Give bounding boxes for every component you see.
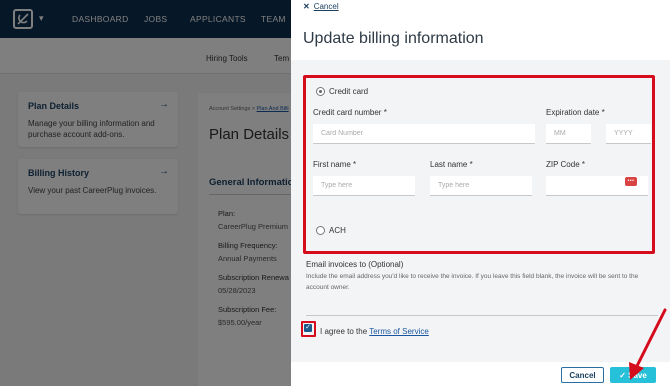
email-invoices-help: Include the email address you'd like to … [306, 273, 639, 291]
email-invoices-input[interactable] [306, 315, 658, 316]
card-number-input[interactable] [313, 124, 535, 144]
last-name-label: Last name * [430, 160, 473, 169]
billing-modal: ✕ Cancel Update billing information Credi… [291, 0, 670, 386]
modal-footer: Cancel ✓ Save [291, 362, 670, 386]
expiration-date-label: Expiration date * [546, 108, 605, 117]
terms-of-service-link[interactable]: Terms of Service [369, 327, 429, 336]
credit-card-radio[interactable] [316, 87, 325, 96]
agree-text: I agree to the [320, 327, 368, 336]
credit-card-label: Credit card [329, 87, 369, 96]
payment-highlight-box: Credit card Credit card number * Expirat… [303, 75, 655, 254]
first-name-input[interactable] [313, 176, 415, 196]
zip-code-label: ZIP Code * [546, 160, 585, 169]
email-invoices-label: Email invoices to (Optional) [306, 260, 404, 269]
modal-body: Credit card Credit card number * Expirat… [291, 60, 670, 362]
expiration-year-input[interactable] [606, 124, 651, 144]
last-name-input[interactable] [430, 176, 532, 196]
card-number-label: Credit card number * [313, 108, 387, 117]
modal-title: Update billing information [303, 30, 484, 47]
agree-checkbox-highlight[interactable]: ✓ [301, 321, 316, 337]
checkmark-icon: ✓ [304, 324, 312, 332]
expiration-month-input[interactable] [546, 124, 591, 144]
first-name-label: First name * [313, 160, 357, 169]
close-button[interactable]: ✕ Cancel [303, 2, 339, 11]
ach-radio[interactable] [316, 226, 325, 235]
cancel-button[interactable]: Cancel [561, 367, 604, 383]
ach-label: ACH [329, 226, 346, 235]
close-icon: ✕ [303, 2, 310, 11]
close-label: Cancel [313, 2, 339, 11]
password-manager-icon[interactable]: ••• [625, 177, 637, 186]
agree-terms-label: I agree to the Terms of Service [320, 327, 429, 336]
annotation-arrow-icon [629, 308, 667, 380]
